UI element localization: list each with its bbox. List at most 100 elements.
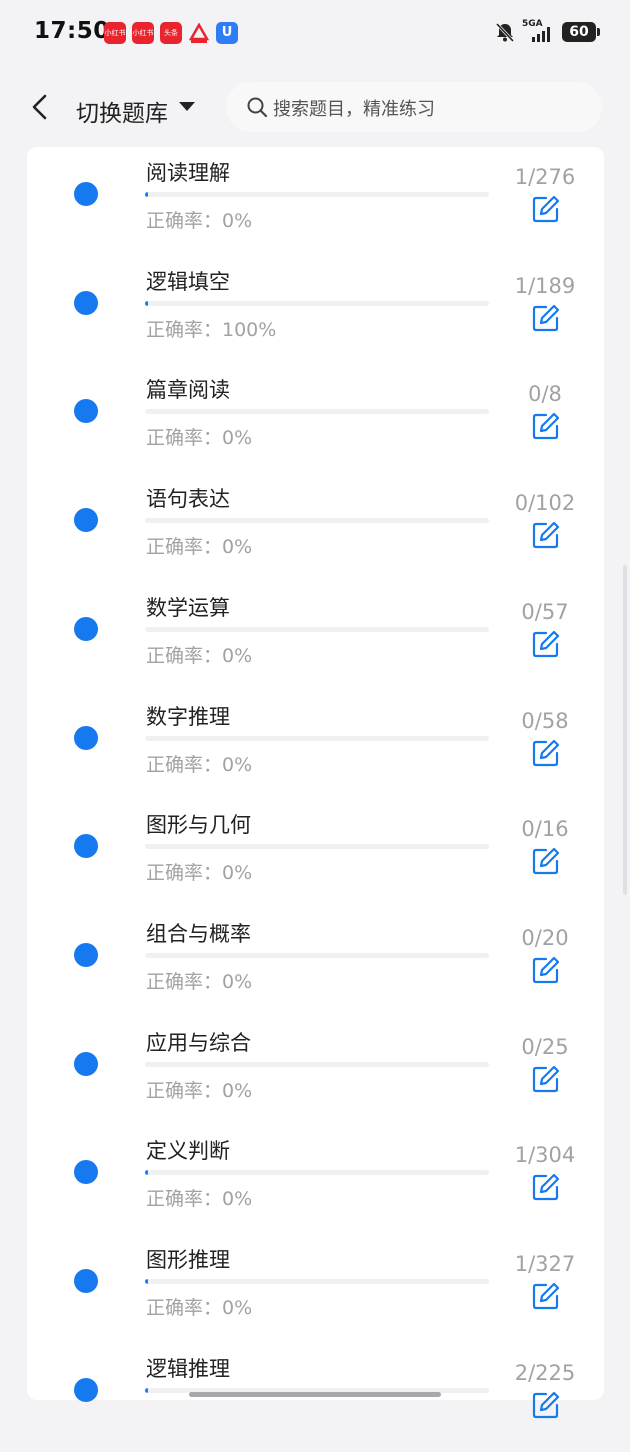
scrollbar[interactable]: [623, 565, 627, 895]
search-placeholder: 搜索题目，精准练习: [273, 99, 435, 120]
category-row[interactable]: 逻辑填空 正确率：100% 1/189: [27, 256, 604, 365]
search-icon: [247, 97, 268, 118]
category-row[interactable]: 逻辑推理 2/225: [27, 1343, 604, 1452]
signal-icon: 5GA: [522, 19, 554, 43]
category-dot: [74, 290, 98, 315]
progress-count: 0/8: [528, 382, 562, 407]
battery-icon: 60: [562, 22, 600, 42]
accuracy-text: 正确率：0%: [146, 1079, 253, 1102]
progress-count: 0/16: [521, 817, 569, 842]
category-name: 图形推理: [146, 1248, 230, 1272]
category-row[interactable]: 阅读理解 正确率：0% 1/276: [27, 147, 604, 256]
edit-practice-icon[interactable]: [532, 847, 560, 875]
category-dot: [74, 616, 98, 641]
edit-practice-icon[interactable]: [532, 304, 560, 332]
category-dot: [74, 399, 98, 424]
category-row[interactable]: 组合与概率 正确率：0% 0/20: [27, 908, 604, 1017]
edit-practice-icon[interactable]: [532, 1391, 560, 1419]
app-icon-red-triangle: [188, 22, 210, 44]
progress-count: 0/58: [521, 708, 569, 733]
progress-count: 1/304: [514, 1143, 576, 1168]
accuracy-text: 正确率：100%: [146, 318, 277, 341]
category-dot: [74, 834, 98, 859]
progress-count: 1/327: [514, 1252, 576, 1276]
category-row[interactable]: 图形推理正确率：0% 1/327: [27, 1234, 604, 1343]
category-name: 数学运算: [146, 595, 230, 620]
app-icon-xiaohongshu-1: 小红书: [104, 22, 126, 44]
app-icon-toutiao: 头条: [160, 22, 182, 44]
edit-practice-icon[interactable]: [532, 195, 560, 223]
progress-bar: [145, 735, 489, 741]
category-row[interactable]: 篇章阅读正确率：0% 0/8: [27, 364, 604, 473]
notification-app-icons: 小红书 小红书 头条 U: [104, 22, 238, 44]
category-dot: [74, 942, 98, 967]
switch-question-bank-title[interactable]: 切换题库: [76, 94, 168, 128]
edit-practice-icon[interactable]: [532, 739, 560, 767]
category-list: 阅读理解 正确率：0% 1/276 逻辑填空 正确率：100% 1/189 篇章阅读 正确率：…: [27, 147, 604, 1418]
edit-practice-icon[interactable]: [532, 630, 560, 658]
category-name: 应用与综合: [146, 1030, 251, 1055]
progress-bar: [145, 192, 489, 197]
search-input[interactable]: 搜索题目，精准练习: [226, 82, 602, 132]
category-name: 语句表达: [146, 487, 230, 512]
progress-bar: [145, 409, 489, 415]
accuracy-text: 正确率：0%: [146, 753, 253, 776]
bell-muted-icon: [495, 22, 515, 43]
category-dot: [74, 1051, 98, 1076]
accuracy-text: 正确率：0%: [146, 427, 253, 450]
category-row[interactable]: 图形与几何 正确率：0% 0/16: [27, 799, 604, 908]
accuracy-text: 正确率：0%: [146, 1297, 253, 1319]
progress-bar: [145, 300, 489, 306]
progress-bar: [145, 844, 489, 850]
category-row[interactable]: 应用与综合正确率：0% 0/25: [27, 1017, 604, 1126]
category-row[interactable]: 语句表达正确率：0% 0/102: [27, 473, 604, 582]
progress-fill: [145, 1387, 149, 1393]
dropdown-caret-icon[interactable]: [179, 102, 195, 111]
category-name: 定义判断: [146, 1139, 230, 1164]
app-icon-blue-shield: U: [216, 22, 238, 44]
accuracy-text: 正确率：0%: [146, 862, 253, 885]
back-arrow-icon[interactable]: [28, 92, 52, 122]
progress-fill: [145, 300, 149, 306]
progress-bar: [145, 518, 489, 524]
progress-fill: [145, 1279, 149, 1284]
accuracy-text: 正确率：0%: [146, 1188, 253, 1211]
progress-bar: [145, 1061, 489, 1067]
status-bar: 17:50 小红书 小红书 头条 U 5GA 60: [0, 0, 630, 70]
category-dot: [74, 725, 98, 750]
progress-count: 2/225: [514, 1360, 576, 1385]
accuracy-text: 正确率：0%: [146, 536, 253, 559]
category-row[interactable]: 定义判断正确率：0% 1/304: [27, 1125, 604, 1234]
progress-fill: [145, 192, 149, 197]
edit-practice-icon[interactable]: [532, 521, 560, 549]
category-row[interactable]: 数学运算正确率：0% 0/57: [27, 582, 604, 691]
edit-practice-icon[interactable]: [532, 1282, 560, 1310]
progress-count: 1/276: [514, 165, 576, 189]
category-dot: [74, 508, 98, 533]
category-dot: [74, 1160, 98, 1185]
edit-practice-icon[interactable]: [532, 1065, 560, 1093]
accuracy-text: 正确率：0%: [146, 970, 253, 993]
category-name: 组合与概率: [146, 921, 251, 946]
home-indicator[interactable]: [189, 1392, 441, 1397]
top-bar: 切换题库 搜索题目，精准练习: [0, 70, 630, 146]
status-indicators: 5GA 60: [494, 19, 600, 43]
edit-practice-icon[interactable]: [532, 1173, 560, 1201]
edit-practice-icon[interactable]: [532, 956, 560, 984]
progress-count: 0/25: [521, 1034, 569, 1059]
progress-bar: [145, 1279, 489, 1284]
progress-bar: [145, 626, 489, 632]
edit-practice-icon[interactable]: [532, 412, 560, 440]
status-time: 17:50: [34, 18, 110, 44]
progress-bar: [145, 952, 489, 958]
category-name: 篇章阅读: [146, 378, 230, 403]
app-icon-xiaohongshu-2: 小红书: [132, 22, 154, 44]
accuracy-text: 正确率：0%: [146, 644, 253, 667]
progress-fill: [145, 1170, 149, 1176]
progress-count: 1/189: [514, 273, 576, 298]
category-dot: [74, 1377, 98, 1402]
category-row[interactable]: 数字推理 正确率：0% 0/58: [27, 691, 604, 800]
category-dot: [74, 1269, 98, 1293]
progress-count: 0/57: [521, 599, 569, 624]
progress-count: 0/102: [514, 491, 576, 516]
